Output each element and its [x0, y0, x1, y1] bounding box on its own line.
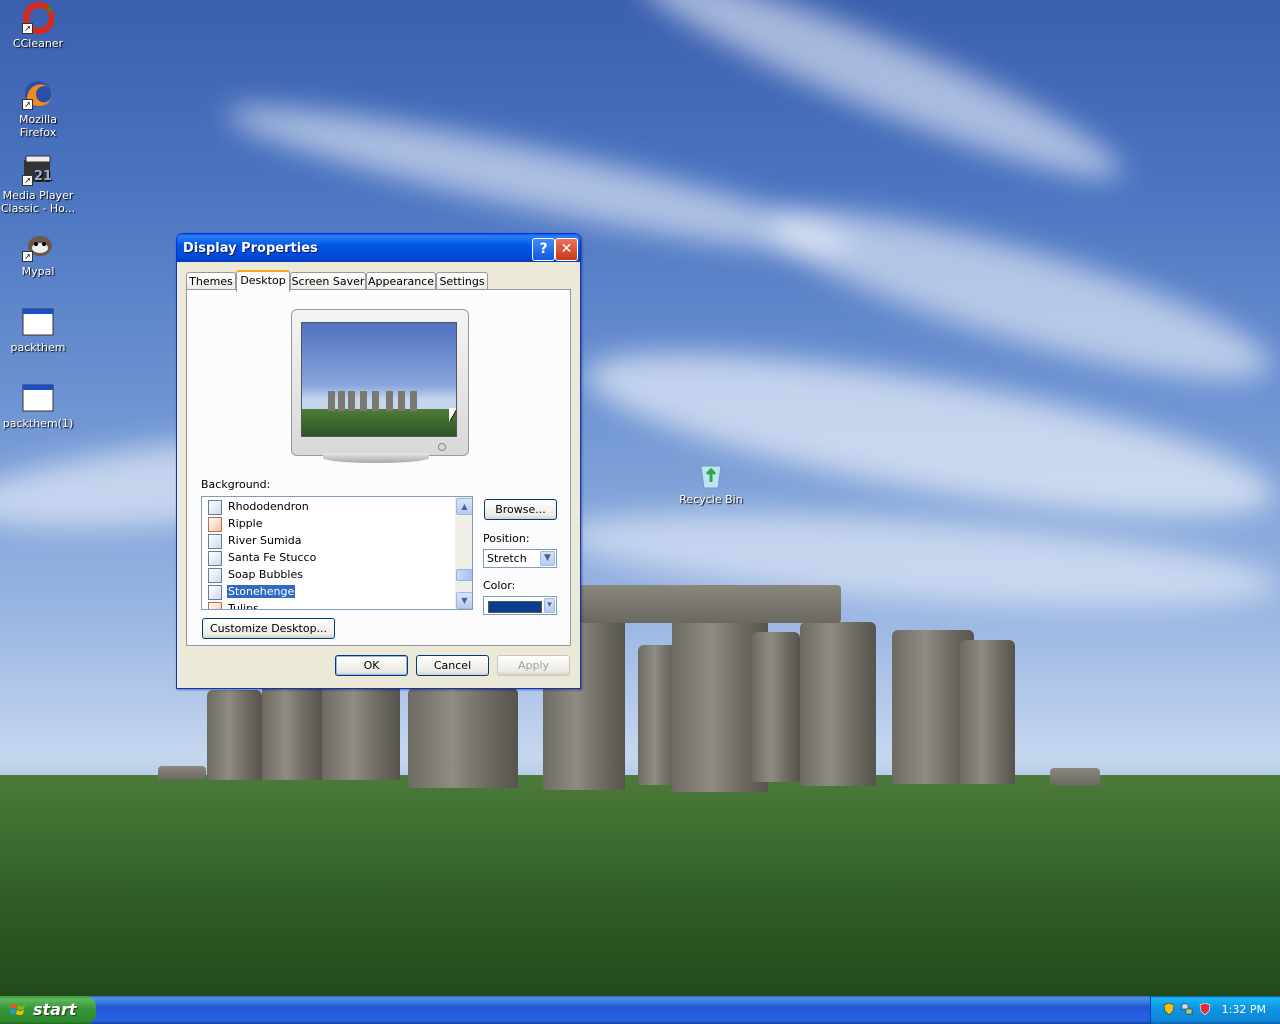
- chevron-down-icon: ▾: [544, 598, 555, 613]
- desktop-icon-mypal[interactable]: ↗ Mypal: [0, 230, 76, 278]
- help-button[interactable]: ?: [532, 238, 555, 261]
- start-label: start: [33, 1000, 77, 1019]
- security-shield-icon[interactable]: [1163, 1003, 1175, 1015]
- cancel-button[interactable]: Cancel: [416, 655, 489, 676]
- desktop-tab-panel: Background: Rhododendron Ripple River Su…: [186, 289, 571, 646]
- image-file-icon: [208, 584, 222, 600]
- listbox-scrollbar[interactable]: ▲ ▼: [455, 497, 472, 609]
- desktop-icon-label: Mypal: [21, 265, 55, 278]
- desktop-icon-label: Mozilla Firefox: [19, 113, 57, 139]
- mypal-icon: ↗: [22, 230, 54, 262]
- image-file-icon: [208, 601, 222, 609]
- start-button[interactable]: start: [0, 996, 96, 1024]
- monitor-stand: [323, 453, 429, 463]
- chevron-down-icon: ▼: [540, 551, 555, 566]
- scroll-down-icon[interactable]: ▼: [456, 592, 472, 609]
- position-select[interactable]: Stretch ▼: [483, 549, 557, 568]
- list-item[interactable]: Santa Fe Stucco: [208, 550, 317, 566]
- tab-settings[interactable]: Settings: [436, 272, 488, 290]
- customize-desktop-button[interactable]: Customize Desktop...: [202, 618, 335, 639]
- position-value: Stretch: [487, 552, 527, 565]
- display-properties-dialog: Display Properties ? ✕ Themes Desktop Sc…: [176, 233, 581, 689]
- list-item[interactable]: Rhododendron: [208, 499, 310, 515]
- dialog-title-bar[interactable]: Display Properties ? ✕: [177, 234, 580, 262]
- application-window-icon: [22, 382, 54, 414]
- dialog-title: Display Properties: [183, 241, 318, 256]
- tab-appearance[interactable]: Appearance: [366, 272, 436, 290]
- image-file-icon: [208, 499, 222, 515]
- tab-screen-saver[interactable]: Screen Saver: [290, 272, 366, 290]
- background-label: Background:: [201, 478, 271, 491]
- ok-button[interactable]: OK: [335, 655, 408, 676]
- mouse-cursor-icon: [449, 408, 456, 422]
- windows-logo-icon: [10, 1004, 25, 1015]
- system-tray: 1:32 PM: [1150, 996, 1280, 1024]
- taskbar: start 1:32 PM: [0, 996, 1280, 1024]
- svg-text:21: 21: [34, 169, 52, 184]
- color-swatch: [488, 601, 542, 613]
- desktop-icon-recycle-bin[interactable]: Recycle Bin: [673, 458, 749, 506]
- browse-button[interactable]: Browse...: [484, 499, 557, 520]
- color-picker[interactable]: ▾: [483, 596, 557, 615]
- scroll-up-icon[interactable]: ▲: [456, 498, 472, 515]
- help-icon: ?: [539, 241, 548, 257]
- tab-desktop[interactable]: Desktop: [236, 270, 290, 292]
- desktop-icon-label-line1: Media Player: [2, 189, 74, 202]
- clock[interactable]: 1:32 PM: [1222, 1003, 1266, 1016]
- desktop-icon-label-line2: Classic - Ho...: [0, 202, 76, 215]
- desktop-icon-media-player-classic[interactable]: 21 ↗ Media Player Classic - Ho...: [0, 154, 76, 215]
- monitor-preview: [291, 309, 469, 456]
- tab-themes[interactable]: Themes: [186, 272, 236, 290]
- desktop-icon-label: CCleaner: [12, 37, 64, 50]
- ccleaner-icon: ↗: [22, 2, 55, 34]
- media-player-classic-icon: 21 ↗: [22, 154, 54, 186]
- desktop-icon-ccleaner[interactable]: ↗ CCleaner: [0, 2, 76, 50]
- recycle-bin-icon: [695, 458, 727, 490]
- list-item-selected[interactable]: Stonehenge: [208, 584, 297, 600]
- scroll-thumb[interactable]: [456, 569, 472, 581]
- list-item[interactable]: Tulips: [208, 601, 260, 609]
- desktop-icon-packthem-1[interactable]: packthem(1): [0, 382, 76, 430]
- desktop-icon-label: packthem: [10, 341, 66, 354]
- desktop-icon-packthem[interactable]: packthem: [0, 306, 76, 354]
- wallpaper-preview: [301, 322, 457, 437]
- firefox-icon: ↗: [22, 78, 54, 110]
- apply-button[interactable]: Apply: [497, 655, 570, 676]
- image-file-icon: [208, 516, 222, 532]
- network-icon[interactable]: [1181, 1003, 1193, 1015]
- antivirus-shield-icon[interactable]: [1199, 1003, 1211, 1015]
- background-listbox[interactable]: Rhododendron Ripple River Sumida Santa F…: [201, 496, 473, 610]
- image-file-icon: [208, 533, 222, 549]
- image-file-icon: [208, 550, 222, 566]
- desktop-icon-firefox[interactable]: ↗ Mozilla Firefox: [0, 78, 76, 139]
- close-button[interactable]: ✕: [555, 238, 578, 261]
- application-window-icon: [22, 306, 54, 338]
- list-item[interactable]: River Sumida: [208, 533, 302, 549]
- list-item[interactable]: Ripple: [208, 516, 264, 532]
- desktop-icon-label: Recycle Bin: [679, 493, 743, 506]
- desktop-icon-label: packthem(1): [2, 417, 74, 430]
- power-led-icon: [438, 443, 446, 451]
- list-item[interactable]: Soap Bubbles: [208, 567, 304, 583]
- image-file-icon: [208, 567, 222, 583]
- close-icon: ✕: [560, 241, 573, 257]
- color-label: Color:: [483, 579, 516, 592]
- position-label: Position:: [483, 532, 530, 545]
